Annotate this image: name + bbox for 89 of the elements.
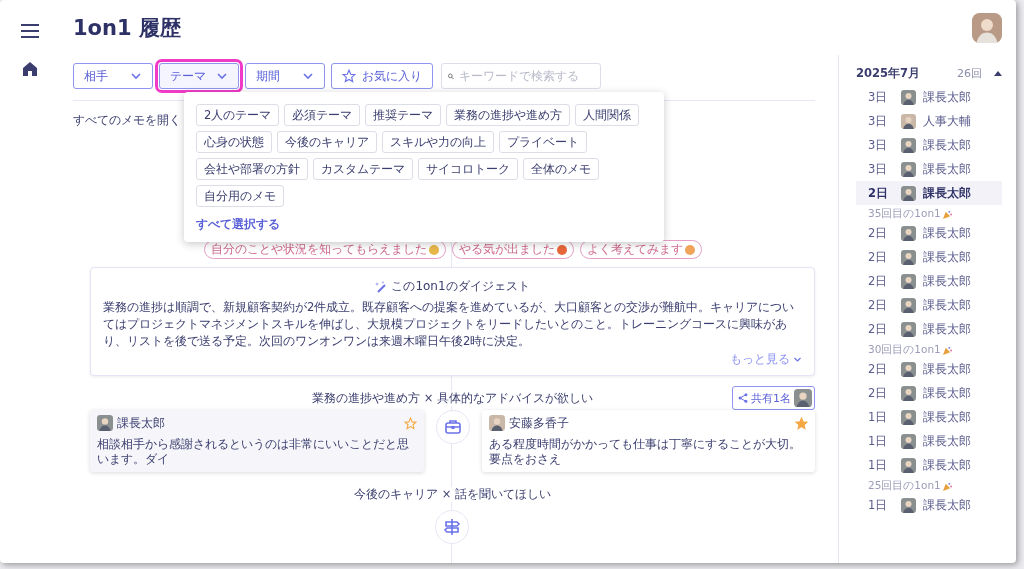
- theme-chip[interactable]: 2人のテーマ: [196, 104, 280, 126]
- milestone-label: 25回目の1on1: [868, 479, 941, 493]
- avatar-icon: [901, 185, 916, 201]
- avatar-icon: [901, 321, 916, 337]
- note-text: ある程度時間がかかっても仕事は丁寧にすることが大切。要点をおさえ: [488, 437, 802, 467]
- avatar-icon: [901, 161, 916, 177]
- history-item[interactable]: 2日 課長太郎: [856, 357, 1002, 381]
- filter-dropdown[interactable]: 相手: [73, 63, 153, 89]
- theme-chip[interactable]: 全体のメモ: [523, 158, 599, 180]
- history-item[interactable]: 1日 課長太郎: [856, 453, 1002, 477]
- history-item[interactable]: 2日 課長太郎: [856, 245, 1002, 269]
- page-title: 1on1 履歴: [73, 14, 181, 42]
- digest-title: この1on1のダイジェスト: [391, 278, 530, 295]
- history-item[interactable]: 3日 人事大輔: [856, 109, 1002, 133]
- avatar-icon: [794, 389, 812, 407]
- history-item[interactable]: 2日 課長太郎: [856, 269, 1002, 293]
- signpost-icon: [442, 517, 462, 537]
- theme-chip[interactable]: カスタムテーマ: [313, 158, 413, 180]
- theme-chip[interactable]: 人間関係: [575, 104, 640, 126]
- avatar-icon: [901, 137, 916, 153]
- chevron-down-icon: [793, 355, 802, 364]
- select-all-link[interactable]: すべて選択する: [196, 217, 280, 232]
- theme-chip[interactable]: 推奨テーマ: [365, 104, 442, 126]
- theme-chip[interactable]: 業務の進捗や進め方: [446, 104, 571, 126]
- chevron-down-icon: [216, 70, 228, 82]
- avatar-icon: [901, 409, 916, 425]
- magic-wand-icon: [375, 280, 388, 293]
- avatar-icon: [901, 273, 916, 289]
- history-item[interactable]: 1日 課長太郎: [856, 405, 1002, 429]
- avatar-icon: [901, 457, 916, 473]
- theme-chip[interactable]: 心身の状態: [196, 131, 272, 153]
- reaction-tag: よく考えてみます: [579, 240, 702, 259]
- filter-dropdown[interactable]: 期間: [245, 63, 325, 89]
- avatar-icon: [901, 89, 916, 105]
- author-name: 課長太郎: [117, 415, 166, 431]
- avatar-icon: [488, 415, 505, 431]
- history-item[interactable]: 2日 課長太郎: [856, 317, 1002, 341]
- avatar-icon: [901, 361, 916, 377]
- digest-text: 業務の進捗は順調で、新規顧客契約が2件成立。既存顧客への提案を進めているが、大口顧客との交渉が難航中。キャリアについてはプロジェクトマネジメントスキルを伸ばし、大規模プロジェクトをリードしたいとのこと。トレーニングコースに興味があり、リストを後で送る予定。次回のワンオンワンは来週木曜日午後2時に決定。: [103, 299, 796, 350]
- theme-chip[interactable]: 必須テーマ: [284, 104, 361, 126]
- session-count: 26回: [957, 65, 982, 81]
- theme-chip[interactable]: 自分用のメモ: [196, 185, 284, 207]
- party-popper-icon: [942, 209, 952, 219]
- share-icon: [738, 393, 748, 403]
- caret-up-icon[interactable]: [994, 70, 1002, 76]
- theme-chip[interactable]: サイコロトーク: [418, 158, 518, 180]
- star-icon: [342, 69, 356, 83]
- open-all-link[interactable]: すべてのメモを開く: [73, 113, 181, 128]
- history-item[interactable]: 3日 課長太郎: [856, 85, 1002, 109]
- theme-chip[interactable]: 今後のキャリア: [277, 131, 377, 153]
- theme-chip[interactable]: プライベート: [499, 131, 587, 153]
- favorites-button[interactable]: お気に入り: [331, 63, 433, 89]
- star-icon[interactable]: [795, 416, 808, 430]
- topic-label: 今後のキャリア × 話を聞いてほしい: [354, 486, 551, 502]
- history-item[interactable]: 2日 課長太郎: [856, 381, 1002, 405]
- search-field[interactable]: キーワードで検索する: [441, 63, 601, 89]
- avatar-icon[interactable]: [972, 12, 1002, 43]
- author-name: 安藤多香子: [508, 415, 570, 431]
- avatar-icon: [97, 415, 113, 431]
- star-icon[interactable]: [403, 416, 417, 430]
- avatar-icon: [901, 385, 916, 401]
- milestone-label: 30回目の1on1: [868, 343, 941, 357]
- history-item[interactable]: 1日 課長太郎: [856, 429, 1002, 453]
- menu-icon[interactable]: [21, 24, 39, 38]
- history-item[interactable]: 2日 課長太郎: [856, 293, 1002, 317]
- party-popper-icon: [942, 345, 952, 355]
- note-text: 相談相手から感謝されるというのは非常にいいことだと思います。ダイ: [97, 437, 410, 467]
- home-icon[interactable]: [23, 62, 37, 76]
- theme-chip[interactable]: 会社や部署の方針: [196, 158, 308, 180]
- chevron-down-icon: [130, 70, 142, 82]
- history-item[interactable]: 1日 課長太郎: [856, 493, 1002, 517]
- avatar-icon: [901, 433, 916, 449]
- history-item[interactable]: 2日 課長太郎: [856, 181, 1002, 205]
- theme-chip[interactable]: スキルや力の向上: [382, 131, 494, 153]
- avatar-icon: [901, 249, 916, 265]
- avatar-icon: [901, 497, 916, 513]
- share-button[interactable]: 共有1名: [732, 386, 815, 410]
- history-item[interactable]: 3日 課長太郎: [856, 133, 1002, 157]
- party-popper-icon: [942, 481, 952, 491]
- avatar-icon: [901, 225, 916, 241]
- avatar-icon: [901, 113, 916, 129]
- milestone-label: 35回目の1on1: [868, 207, 941, 221]
- month-label: 2025年7月: [856, 65, 921, 81]
- history-item[interactable]: 3日 課長太郎: [856, 157, 1002, 181]
- chevron-down-icon: [302, 70, 314, 82]
- topic-label: 業務の進捗や進め方 × 具体的なアドバイスが欲しい: [312, 390, 593, 406]
- avatar-icon: [901, 297, 916, 313]
- history-item[interactable]: 2日 課長太郎: [856, 221, 1002, 245]
- briefcase-icon: [442, 417, 463, 437]
